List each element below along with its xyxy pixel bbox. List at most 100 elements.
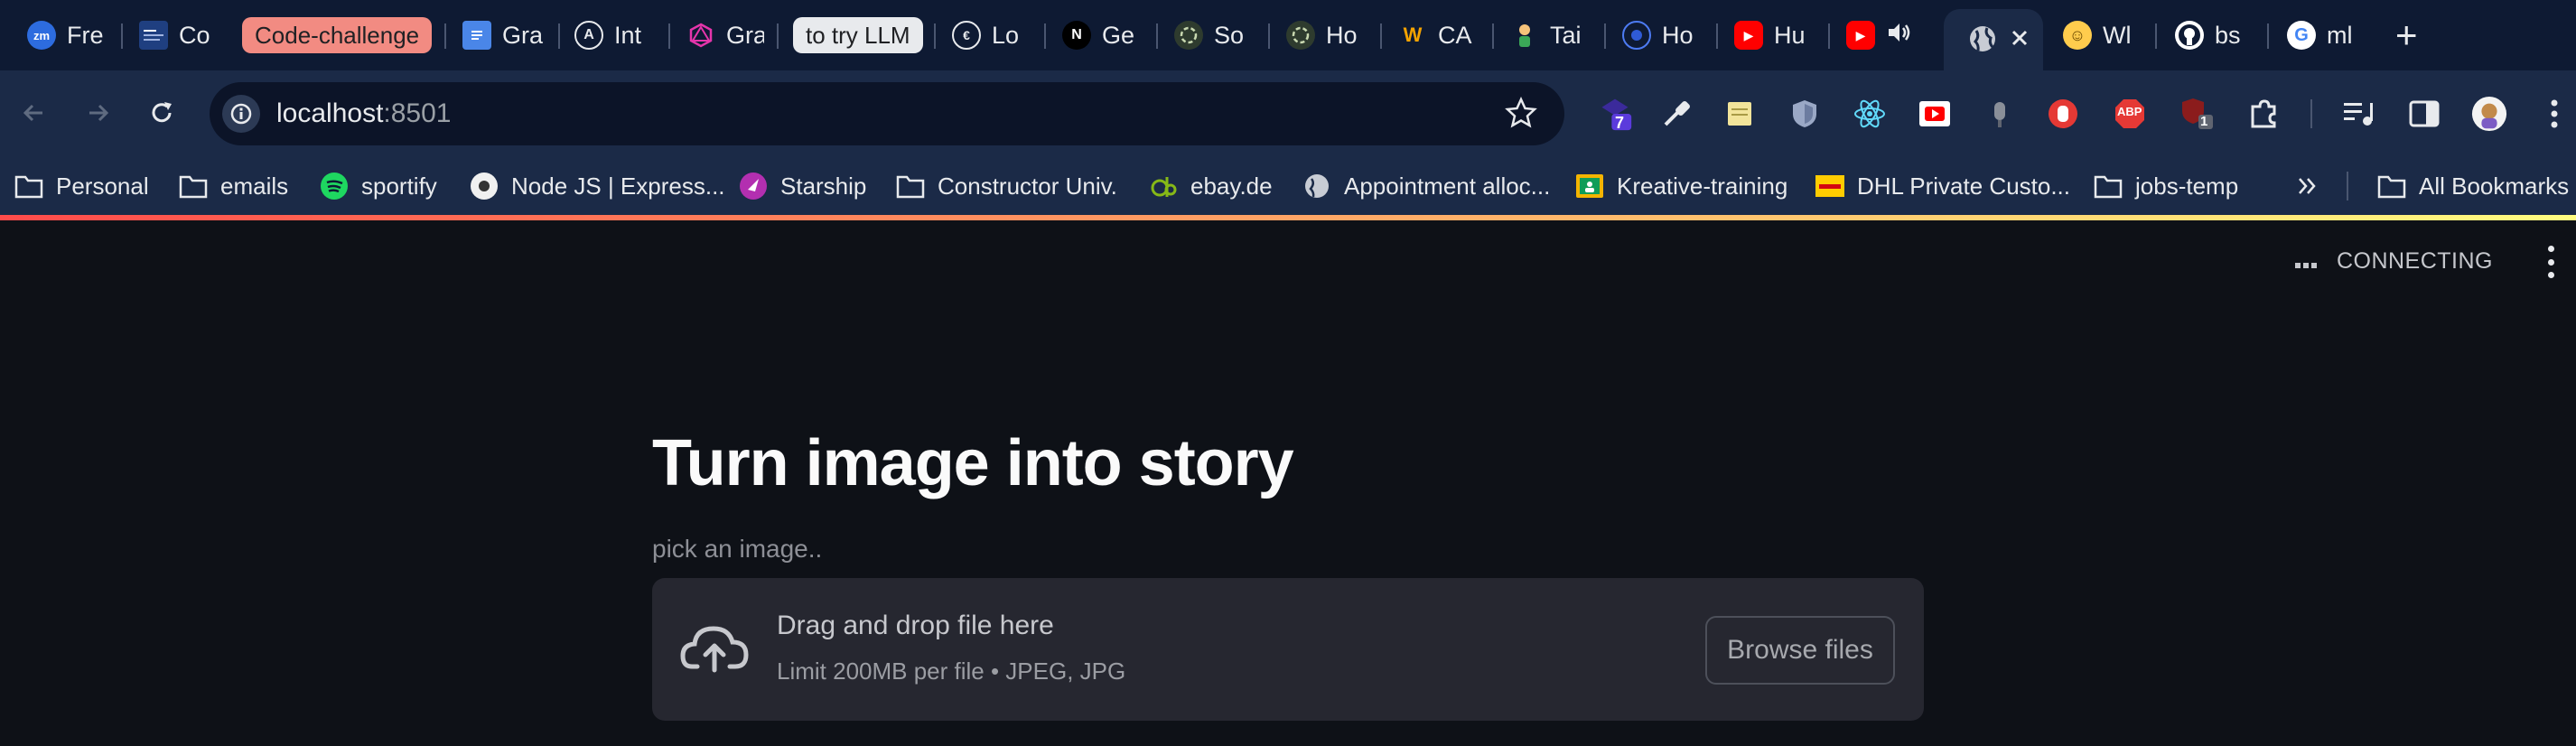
bookmark-label: emails (220, 172, 289, 200)
reload-icon[interactable] (139, 90, 184, 135)
node-icon (470, 172, 499, 200)
tab-separator (777, 23, 779, 49)
tab-label: Int (614, 21, 642, 49)
monitor-icon (139, 21, 168, 50)
tab-group-label: to try LLM (806, 21, 910, 49)
cloud-upload-icon (679, 620, 750, 680)
tab-separator (934, 23, 936, 49)
tab-ca[interactable]: W CA (1398, 11, 1474, 60)
tab-nextjs[interactable]: N Ge (1062, 11, 1138, 60)
youtube-extension-icon[interactable] (1917, 96, 1953, 132)
active-tab[interactable] (1944, 9, 2043, 70)
person-icon (1510, 21, 1539, 50)
forward-arrow-icon[interactable] (76, 90, 121, 135)
bookmark-sportify[interactable]: sportify (320, 168, 437, 204)
tab-strip: zm Fre Co Code-challenge Gra A Int Gra t… (0, 0, 2576, 70)
tab-graphql[interactable]: Gra (686, 11, 764, 60)
file-dropzone[interactable]: Drag and drop file here Limit 200MB per … (652, 578, 1924, 721)
bookmark-label: Starship (780, 172, 867, 200)
media-control-icon[interactable] (2341, 96, 2377, 132)
bookmark-nodejs[interactable]: Node JS | Express... (470, 168, 725, 204)
tab-separator (558, 23, 560, 49)
globe-blue-icon (1622, 21, 1651, 50)
eyedropper-icon[interactable] (1658, 96, 1694, 132)
tab-zoom[interactable]: zm Fre (27, 11, 105, 60)
bookmark-emails[interactable]: emails (179, 168, 288, 204)
bookmark-ebay[interactable]: ebay.de (1149, 168, 1273, 204)
profile-avatar-icon[interactable] (2471, 96, 2507, 132)
bookmark-dhl[interactable]: DHL Private Custo... (1815, 168, 2070, 204)
uploader-label: pick an image.. (652, 535, 823, 563)
bookmark-star-icon[interactable] (1505, 96, 1537, 134)
tab-label: Hu (1774, 21, 1806, 49)
dropzone-instructions: Drag and drop file here (777, 611, 1054, 640)
tab-group-code-challenge[interactable]: Code-challenge (242, 17, 433, 53)
adblock-plus-icon[interactable]: ABP (2112, 96, 2148, 132)
speaker-icon[interactable] (1886, 20, 1911, 51)
chrome-menu-icon[interactable] (2536, 96, 2572, 132)
tab-separator (1156, 23, 1158, 49)
site-info-icon[interactable] (222, 95, 260, 133)
tab-openai-ho[interactable]: Ho (1286, 11, 1362, 60)
new-tab-icon[interactable]: + (2395, 16, 2418, 54)
side-panel-icon[interactable] (2406, 96, 2442, 132)
tab-separator (668, 23, 670, 49)
huggingface-icon: ☺ (2063, 21, 2092, 50)
tab-separator (2267, 23, 2269, 49)
tab-separator (1492, 23, 1494, 49)
globe-icon (1302, 172, 1331, 200)
bookmark-personal[interactable]: Personal (14, 168, 149, 204)
bookmark-appointment[interactable]: Appointment alloc... (1302, 168, 1550, 204)
tab-huggingface[interactable]: ☺ Wl (2063, 11, 2139, 60)
back-arrow-icon[interactable] (11, 90, 56, 135)
tab-google[interactable]: G ml (2287, 11, 2363, 60)
ublock-icon[interactable]: 1 (2179, 96, 2215, 132)
openai-icon (1174, 21, 1203, 50)
tab-int[interactable]: A Int (574, 11, 650, 60)
react-icon[interactable] (1852, 96, 1888, 132)
puzzle-extensions-icon[interactable] (2245, 96, 2282, 132)
bookmark-constructor-univ[interactable]: Constructor Univ. (896, 168, 1117, 204)
tab-openai-so[interactable]: So (1174, 11, 1250, 60)
w-logo-icon: W (1403, 23, 1423, 46)
bookmark-label: Node JS | Express... (511, 172, 725, 200)
bookmark-kreative-training[interactable]: Kreative-training (1575, 168, 1787, 204)
tab-separator (1268, 23, 1270, 49)
tab-ho[interactable]: Ho (1622, 11, 1698, 60)
bookmark-all-bookmarks[interactable]: All Bookmarks (2377, 168, 2569, 204)
tab-google-docs[interactable]: Gra (462, 11, 544, 60)
bookmark-label: Personal (56, 172, 149, 200)
tab-label: Gra (726, 21, 764, 49)
extension-purple-icon[interactable]: 7 (1597, 96, 1633, 132)
tab-group-label: Code-challenge (255, 21, 420, 49)
url-text[interactable]: localhost:8501 (276, 98, 451, 129)
tab-tai[interactable]: Tai (1510, 11, 1586, 60)
folder-icon (179, 172, 208, 200)
bookmark-jobs-temp[interactable]: jobs-temp (2094, 168, 2238, 204)
tab-separator (2155, 23, 2157, 49)
tab-label: Co (179, 21, 210, 49)
sticky-note-icon[interactable] (1722, 96, 1758, 132)
tab-youtube-hu[interactable]: ▶ Hu (1734, 11, 1812, 60)
tab-separator (1828, 23, 1830, 49)
dropzone-limit: Limit 200MB per file • JPEG, JPG (777, 657, 1126, 685)
shield-icon[interactable] (1787, 96, 1823, 132)
toolbar-divider (2310, 99, 2312, 128)
app-menu-icon[interactable] (2542, 246, 2560, 278)
hand-block-icon[interactable] (2045, 96, 2081, 132)
more-bookmarks-icon[interactable] (2294, 168, 2321, 204)
bookmark-divider (2347, 172, 2348, 200)
url-port: :8501 (383, 98, 452, 128)
tab-co[interactable]: Co (139, 11, 213, 60)
tab-label: Lo (992, 21, 1020, 49)
tab-group-try-llm[interactable]: to try LLM (793, 17, 923, 53)
tab-github[interactable]: bs (2175, 11, 2251, 60)
tab-lo[interactable]: € Lo (952, 11, 1026, 60)
mic-extension-icon[interactable] (1982, 96, 2018, 132)
address-bar[interactable]: localhost:8501 (210, 82, 1564, 145)
close-tab-icon[interactable] (2007, 25, 2032, 55)
tab-youtube-audio[interactable]: ▶ (1846, 11, 1933, 60)
browse-files-button[interactable]: Browse files (1705, 616, 1895, 685)
tab-separator (1380, 23, 1382, 49)
bookmark-starship[interactable]: Starship (739, 168, 866, 204)
